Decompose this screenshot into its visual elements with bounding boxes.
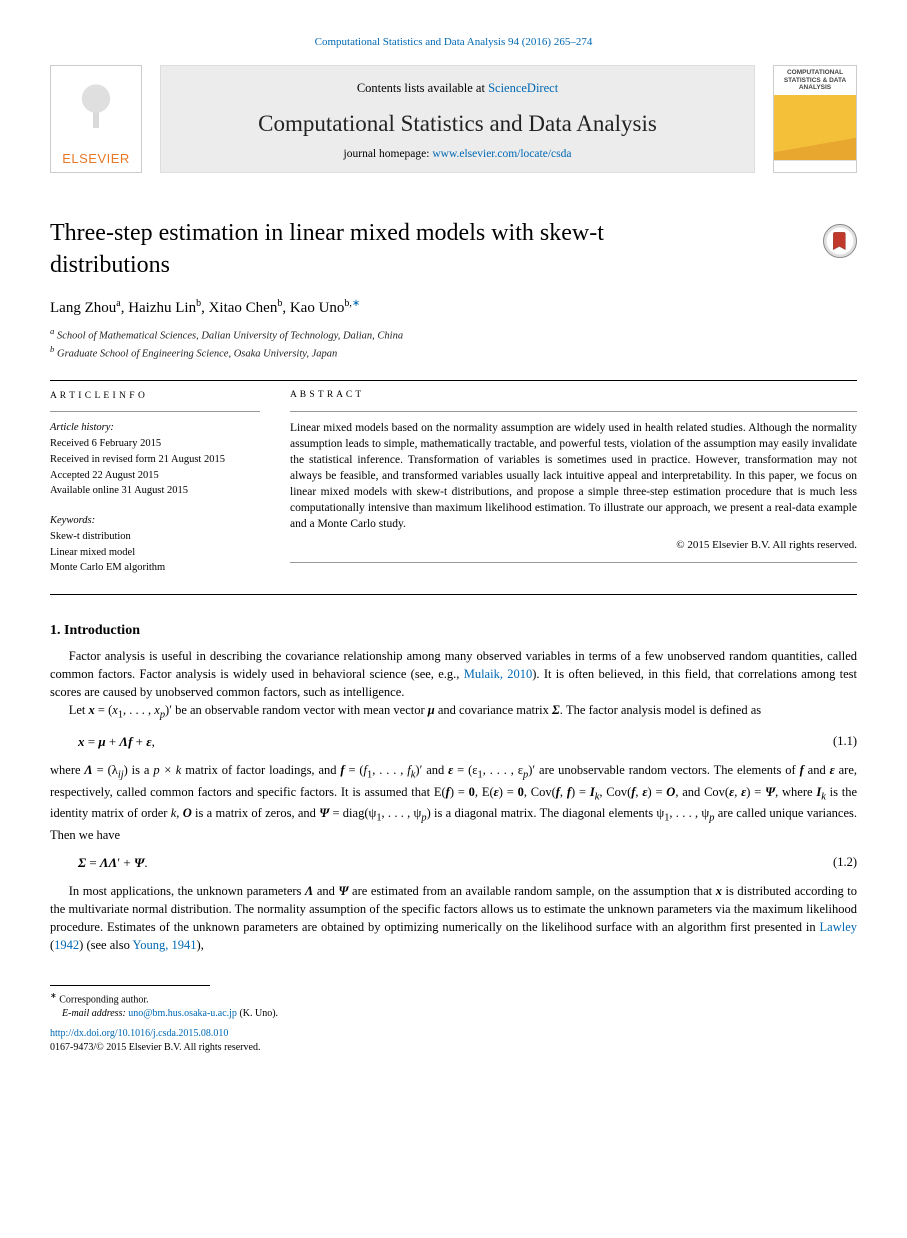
elsevier-tree-icon bbox=[57, 72, 135, 148]
elsevier-logo[interactable]: ELSEVIER bbox=[50, 65, 142, 173]
running-header[interactable]: Computational Statistics and Data Analys… bbox=[50, 35, 857, 50]
equation-number: (1.1) bbox=[833, 733, 857, 751]
article-info-column: A R T I C L E I N F O Article history: R… bbox=[50, 389, 260, 576]
author-1[interactable]: Lang Zhou bbox=[50, 300, 116, 316]
contents-available-line: Contents lists available at ScienceDirec… bbox=[357, 80, 558, 98]
elsevier-wordmark: ELSEVIER bbox=[62, 150, 130, 172]
journal-name: Computational Statistics and Data Analys… bbox=[258, 108, 657, 140]
divider bbox=[290, 411, 857, 412]
citation-link[interactable]: 1942 bbox=[54, 938, 79, 952]
body-paragraph: Factor analysis is useful in describing … bbox=[50, 647, 857, 723]
cover-art bbox=[774, 95, 856, 161]
equation: x = μ + Λf + ε, (1.1) bbox=[50, 733, 857, 751]
affiliations: a School of Mathematical Sciences, Dalia… bbox=[50, 325, 857, 362]
journal-homepage-line: journal homepage: www.elsevier.com/locat… bbox=[344, 146, 572, 162]
doi-line: http://dx.doi.org/10.1016/j.csda.2015.08… bbox=[50, 1027, 857, 1055]
article-title: Three-step estimation in linear mixed mo… bbox=[50, 218, 710, 280]
journal-cover-thumbnail[interactable]: COMPUTATIONAL STATISTICS & DATA ANALYSIS bbox=[773, 65, 857, 173]
journal-banner: ELSEVIER Contents lists available at Sci… bbox=[50, 65, 857, 173]
keyword: Monte Carlo EM algorithm bbox=[50, 560, 260, 576]
equation: Σ = ΛΛ′ + Ψ. (1.2) bbox=[50, 854, 857, 872]
copyright-line: © 2015 Elsevier B.V. All rights reserved… bbox=[290, 538, 857, 553]
corresponding-author-footnote: ∗ Corresponding author. E-mail address: … bbox=[50, 990, 857, 1021]
crossmark-icon[interactable] bbox=[823, 224, 857, 258]
section-heading: 1. Introduction bbox=[50, 621, 857, 641]
author-3[interactable]: Xitao Chen bbox=[209, 300, 278, 316]
citation-link[interactable]: Young, 1941 bbox=[133, 938, 197, 952]
divider bbox=[290, 562, 857, 563]
body-paragraph: where Λ = (λij) is a p × k matrix of fac… bbox=[50, 761, 857, 844]
banner-center: Contents lists available at ScienceDirec… bbox=[160, 65, 755, 173]
author-2[interactable]: Haizhu Lin bbox=[128, 300, 196, 316]
sciencedirect-link[interactable]: ScienceDirect bbox=[488, 81, 558, 95]
abstract-column: A B S T R A C T Linear mixed models base… bbox=[290, 389, 857, 576]
footnote-divider bbox=[50, 985, 210, 986]
divider bbox=[50, 594, 857, 595]
cover-title: COMPUTATIONAL STATISTICS & DATA ANALYSIS bbox=[774, 66, 856, 94]
journal-homepage-link[interactable]: www.elsevier.com/locate/csda bbox=[432, 148, 571, 160]
article-info-header: A R T I C L E I N F O bbox=[50, 389, 260, 403]
keywords-header: Keywords: bbox=[50, 513, 260, 529]
keyword: Linear mixed model bbox=[50, 545, 260, 561]
abstract-header: A B S T R A C T bbox=[290, 389, 857, 402]
doi-link[interactable]: http://dx.doi.org/10.1016/j.csda.2015.08… bbox=[50, 1028, 228, 1039]
divider bbox=[50, 411, 260, 412]
corresponding-author-link[interactable]: ∗ bbox=[352, 298, 360, 309]
citation-link[interactable]: Lawley bbox=[820, 920, 857, 934]
abstract-text: Linear mixed models based on the normali… bbox=[290, 420, 857, 533]
email-link[interactable]: uno@bm.hus.osaka-u.ac.jp bbox=[128, 1008, 237, 1019]
authors-line: Lang Zhoua, Haizhu Linb, Xitao Chenb, Ka… bbox=[50, 297, 857, 319]
divider bbox=[50, 380, 857, 381]
citation-link[interactable]: Mulaik, 2010 bbox=[464, 667, 533, 681]
author-4[interactable]: Kao Uno bbox=[290, 300, 345, 316]
keyword: Skew-t distribution bbox=[50, 529, 260, 545]
cover-footer bbox=[774, 160, 856, 172]
body-paragraph: In most applications, the unknown parame… bbox=[50, 882, 857, 955]
equation-number: (1.2) bbox=[833, 854, 857, 872]
